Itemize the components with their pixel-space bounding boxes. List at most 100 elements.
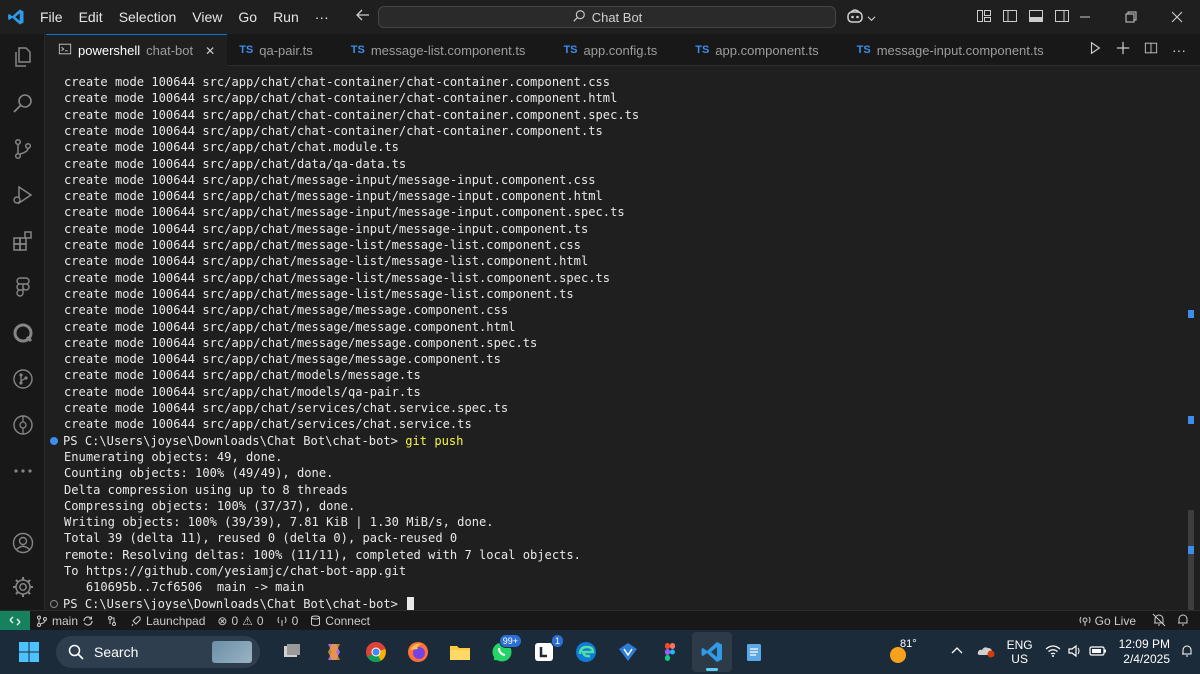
menu-go[interactable]: Go — [230, 0, 265, 34]
terminal-scrollbar[interactable] — [1186, 66, 1196, 670]
vscode-app-icon[interactable] — [692, 632, 732, 672]
extensions-icon[interactable] — [0, 218, 45, 264]
whatsapp-icon[interactable]: 99+ — [482, 632, 522, 672]
menu-view[interactable]: View — [184, 0, 230, 34]
terminal-cursor[interactable] — [407, 597, 415, 612]
title-bar: File Edit Selection View Go Run ··· Chat… — [0, 0, 1200, 34]
connect-label: Connect — [325, 613, 370, 628]
tab-message-input-component[interactable]: TS message-input.component.ts — [845, 34, 1056, 66]
region-code: US — [1011, 652, 1028, 666]
run-debug-icon[interactable] — [0, 172, 45, 218]
remote-explorer-icon[interactable] — [0, 402, 45, 448]
firefox-icon[interactable] — [398, 632, 438, 672]
battery-icon[interactable] — [1089, 645, 1107, 660]
terminal-line: Enumerating objects: 49, done. — [64, 449, 283, 464]
menu-selection[interactable]: Selection — [111, 0, 185, 34]
toggle-panel-icon[interactable] — [1028, 8, 1044, 29]
tab-powershell-terminal[interactable]: powershell chat-bot ✕ — [46, 34, 228, 66]
go-live-button[interactable]: Go Live — [1073, 614, 1142, 628]
command-center-search[interactable]: Chat Bot — [378, 6, 836, 28]
wifi-icon[interactable] — [1045, 644, 1061, 661]
language-indicator[interactable]: ENG US — [1007, 638, 1033, 666]
git-branch[interactable]: main — [30, 614, 100, 628]
taskbar-apps: 99+ 1 — [272, 632, 774, 672]
chevron-up-icon[interactable] — [951, 645, 963, 660]
launchpad-button[interactable]: Launchpad — [124, 614, 211, 628]
minimize-button[interactable] — [1062, 0, 1108, 34]
remote-indicator[interactable] — [0, 610, 30, 631]
chrome-icon[interactable] — [356, 632, 396, 672]
new-terminal-plus-icon[interactable] — [1116, 41, 1130, 60]
terminal-line: create mode 100644 src/app/chat/models/m… — [64, 368, 421, 383]
ports-indicator[interactable]: 0 — [270, 614, 305, 628]
l-app-icon[interactable]: 1 — [524, 632, 564, 672]
tab-label: qa-pair.ts — [259, 42, 313, 58]
weather-widget[interactable]: 81° — [888, 636, 928, 668]
restore-button[interactable] — [1108, 0, 1154, 34]
tab-app-component[interactable]: TS app.component.ts — [683, 34, 830, 66]
command-success-dot-icon[interactable] — [50, 437, 58, 446]
terminal-line: create mode 100644 src/app/chat/chat-con… — [64, 123, 603, 138]
copilot-chat-icon[interactable] — [0, 310, 45, 356]
terminal-panel[interactable]: create mode 100644 src/app/chat/chat-con… — [46, 66, 1186, 612]
close-window-button[interactable] — [1154, 0, 1200, 34]
back-arrow-icon[interactable] — [355, 7, 371, 28]
menu-run[interactable]: Run — [265, 0, 307, 34]
terminal-line: To https://github.com/yesiamjc/chat-bot-… — [64, 564, 407, 578]
source-control-icon[interactable] — [0, 126, 45, 172]
copilot-icon — [846, 8, 864, 29]
clock[interactable]: 12:09 PM 2/4/2025 — [1119, 637, 1170, 667]
menu-file[interactable]: File — [32, 0, 71, 34]
task-view-icon[interactable] — [272, 632, 312, 672]
git-graph-icon[interactable] — [0, 356, 45, 402]
notepad-icon[interactable] — [734, 632, 774, 672]
search-view-icon[interactable] — [0, 80, 45, 126]
start-button[interactable] — [6, 630, 52, 674]
tab-message-list-component[interactable]: TS message-list.component.ts — [339, 34, 538, 66]
connect-button[interactable]: Connect — [304, 614, 376, 628]
run-icon[interactable] — [1088, 41, 1102, 60]
search-icon — [572, 9, 586, 26]
file-explorer-icon[interactable] — [440, 632, 480, 672]
prompt-text: PS C:\Users\joyse\Downloads\Chat Bot\cha… — [63, 596, 406, 611]
close-tab-icon[interactable]: ✕ — [205, 44, 215, 58]
notification-center-icon[interactable] — [1180, 644, 1194, 661]
terminal-prompt-line: PS C:\Users\joyse\Downloads\Chat Bot\cha… — [50, 433, 463, 449]
manage-gear-icon[interactable] — [0, 564, 45, 610]
tab-app-config[interactable]: TS app.config.ts — [551, 34, 669, 66]
scroll-marker — [1188, 416, 1194, 424]
chevron-down-icon — [867, 10, 876, 28]
terminal-line: create mode 100644 src/app/chat/message-… — [64, 221, 589, 236]
search-icon — [68, 644, 84, 660]
menu-more[interactable]: ··· — [307, 0, 337, 34]
accounts-icon[interactable] — [0, 520, 45, 566]
notifications-muted-icon[interactable] — [1152, 613, 1166, 630]
customize-layout-icon[interactable] — [976, 8, 992, 29]
onedrive-sync-icon[interactable] — [977, 644, 995, 661]
terminal-line: create mode 100644 src/app/chat/message-… — [64, 254, 589, 269]
menu-edit[interactable]: Edit — [71, 0, 111, 34]
bell-icon[interactable] — [1176, 613, 1190, 630]
more-views-icon[interactable] — [0, 448, 45, 494]
split-editor-icon[interactable] — [1144, 41, 1158, 60]
edge-icon[interactable] — [566, 632, 606, 672]
editor-tab-bar: powershell chat-bot ✕ TS qa-pair.ts TS m… — [46, 34, 1200, 66]
problems-indicator[interactable]: ⊗ 0 ⚠ 0 — [211, 614, 269, 628]
taskbar-search[interactable]: Search — [56, 636, 260, 668]
more-actions-icon[interactable]: ··· — [1172, 42, 1186, 58]
figma-app-icon[interactable] — [650, 632, 690, 672]
copilot-button[interactable] — [846, 8, 876, 29]
copilot-app-icon[interactable] — [314, 632, 354, 672]
ports-count: 0 — [291, 613, 299, 628]
command-pending-dot-icon[interactable] — [50, 600, 58, 609]
figma-icon[interactable] — [0, 264, 45, 310]
terminal-line: create mode 100644 src/app/chat/data/qa-… — [64, 156, 407, 171]
git-client-icon[interactable] — [608, 632, 648, 672]
broadcast-icon — [1079, 616, 1091, 626]
volume-icon[interactable] — [1067, 644, 1083, 661]
git-graph-status[interactable] — [100, 615, 124, 627]
explorer-icon[interactable] — [0, 34, 45, 80]
go-live-label: Go Live — [1094, 614, 1136, 628]
tab-qa-pair[interactable]: TS qa-pair.ts — [227, 34, 325, 66]
toggle-primary-sidebar-icon[interactable] — [1002, 8, 1018, 29]
